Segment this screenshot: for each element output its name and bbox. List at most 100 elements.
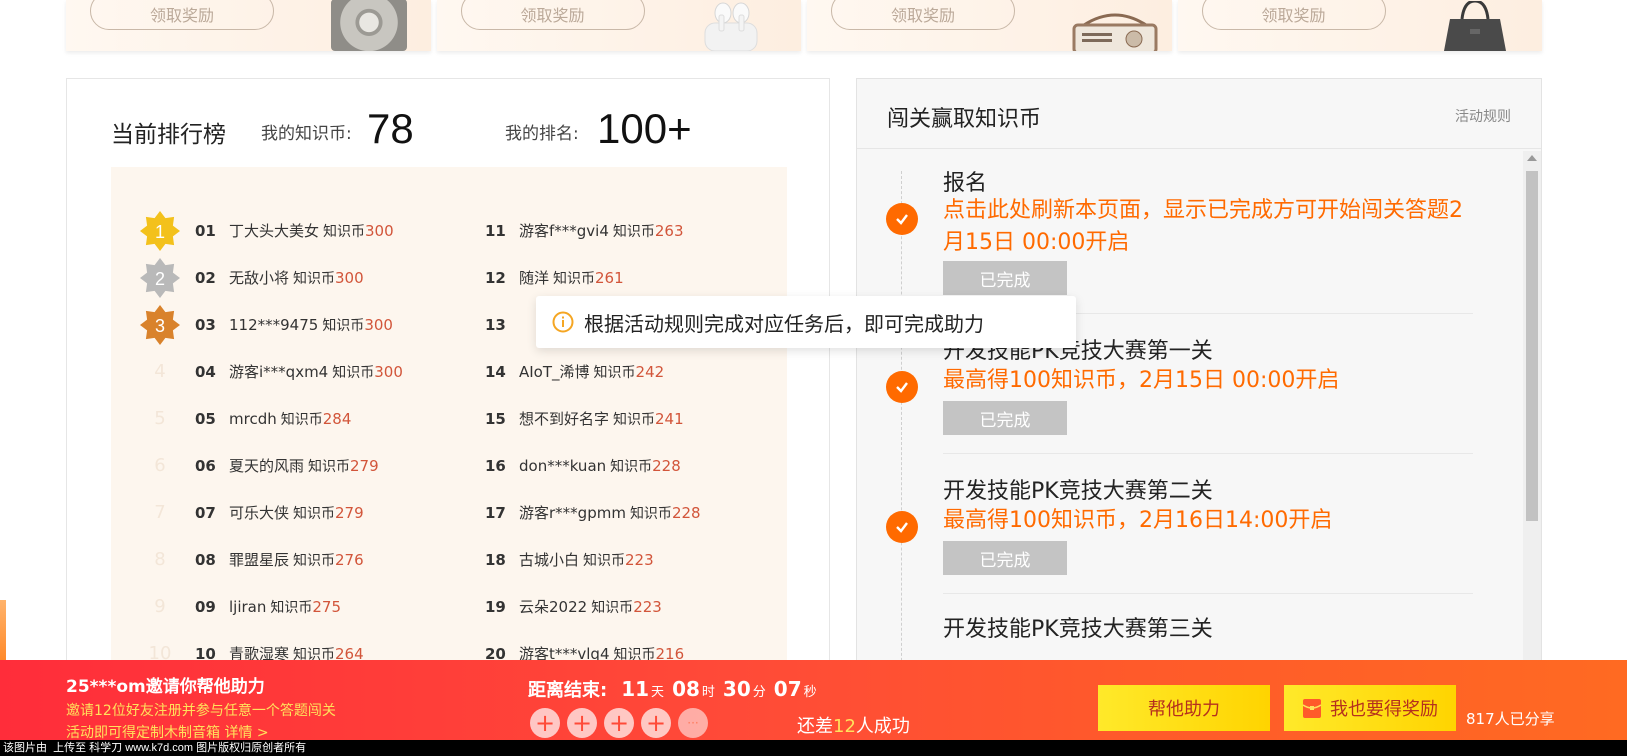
rank-number: 04 (195, 362, 216, 381)
rank-score: 300 (365, 221, 394, 240)
seconds-unit: 秒 (803, 685, 817, 700)
ranking-column-right: 11 游客f***gvi4 知识币 263 12 随洋 知识币 261 13 14 AIoT_浠博知… (485, 207, 701, 677)
stage-desc: 最高得100知识币，2月16日14:00开启 (943, 508, 1333, 533)
ranking-row: 4 04 游客i***qxm4 知识币 300 (139, 348, 403, 395)
coin-unit: 知识币 (610, 458, 653, 475)
invite-details-link[interactable]: 活动即可得定制木制音箱 详情 > (66, 722, 269, 742)
rank-score: 284 (322, 409, 352, 428)
my-rank-label: 我的排名: (505, 124, 579, 144)
ranking-title: 当前排行榜 (111, 122, 226, 148)
rank-username: 罪盟星辰 (229, 551, 290, 569)
minutes-unit: 分 (752, 685, 766, 700)
rank-number: 17 (485, 503, 506, 522)
reward-card: 领取奖励 (1177, 0, 1542, 51)
claim-reward-button[interactable]: 领取奖励 (90, 0, 274, 30)
add-helper-icon[interactable]: + (567, 708, 597, 738)
scrollbar[interactable] (1523, 151, 1541, 679)
tote-bag-image (1444, 1, 1506, 51)
ranking-row: 2 02 无敌小将 知识币 300 (139, 254, 403, 301)
coin-unit: 知识币 (293, 505, 336, 522)
rank-ghost-number: 5 (154, 408, 166, 429)
rank-username: ljiran (229, 597, 267, 616)
check-icon (886, 203, 918, 235)
ranking-row: 3 03 112***9475 知识币 300 (139, 301, 403, 348)
earbuds-image (704, 2, 758, 51)
divider (943, 593, 1473, 594)
safe-box-image (330, 0, 407, 51)
reward-card: 领取奖励 (436, 0, 801, 51)
stage-completed-button[interactable]: 已完成 (943, 401, 1067, 435)
rank-score: 261 (595, 268, 624, 287)
share-count: 817人已分享 (1466, 710, 1555, 728)
get-reward-button[interactable]: 我也要得奖励 (1284, 685, 1456, 731)
rank-number: 01 (195, 221, 216, 240)
ranking-row: 6 06 夏天的风雨 知识币 279 (139, 442, 403, 489)
rank-number: 03 (195, 315, 216, 334)
my-coins-label: 我的知识币: (261, 124, 352, 144)
rank-username: 古城小白 (519, 551, 580, 569)
ranking-row: 11 游客f***gvi4 知识币 263 (485, 207, 701, 254)
info-tooltip: 根据活动规则完成对应任务后，即可完成助力 (536, 296, 1076, 348)
stage-list: 报名 点击此处刷新本页面，显示已完成方可开始闯关答题2月15日 00:00开启 … (857, 151, 1525, 679)
ranking-column-left: 1 01 丁大头大美女 知识币 300 2 02 无敌小将 知识币 300 3 03 112***947… (139, 207, 403, 677)
rank-score: 300 (335, 268, 364, 287)
side-tab[interactable] (0, 600, 6, 660)
ranking-panel: 当前排行榜 我的知识币: 78 我的排名: 100+ 1 01 丁大头大美女 知识币 3… (66, 78, 830, 687)
stage-name: 开发技能PK竞技大赛第二关 (943, 479, 1213, 504)
rank-score: 275 (312, 597, 342, 616)
help-him-button[interactable]: 帮他助力 (1098, 685, 1270, 731)
ranking-row: 1 01 丁大头大美女 知识币 300 (139, 207, 403, 254)
rank-username: 游客f***gvi4 (519, 222, 609, 240)
stage-completed-button[interactable]: 已完成 (943, 541, 1067, 575)
rank-score: 263 (654, 221, 684, 240)
rank-username: 无敌小将 (229, 269, 290, 287)
remaining-count: 12 (833, 716, 856, 737)
rank-number: 02 (195, 268, 216, 287)
rank-score: 276 (335, 550, 364, 569)
rank-username: 云朵2022 (519, 598, 588, 616)
bottom-bar: 25***om邀请你帮他助力 邀请12位好友注册并参与任意一个答题闯关 活动即可… (0, 660, 1627, 742)
rank-score: 300 (374, 362, 403, 381)
coin-unit: 知识币 (308, 458, 351, 475)
ranking-row: 9 09 ljiran 知识币 275 (139, 583, 403, 630)
add-helper-icon[interactable]: + (604, 708, 634, 738)
coin-unit: 知识币 (332, 364, 375, 381)
more-helpers-icon[interactable]: ··· (678, 708, 708, 738)
check-icon (886, 511, 918, 543)
claim-reward-button[interactable]: 领取奖励 (831, 0, 1015, 30)
rank-score: 223 (633, 597, 662, 616)
timeline-line (901, 171, 902, 679)
get-reward-label: 我也要得奖励 (1330, 699, 1438, 720)
rank-number: 05 (195, 409, 216, 428)
rank-number: 06 (195, 456, 216, 475)
scroll-thumb[interactable] (1526, 171, 1538, 521)
claim-reward-button[interactable]: 领取奖励 (460, 0, 645, 30)
countdown-minutes: 30 (722, 677, 751, 701)
rank-username: AIoT_浠博 (519, 363, 590, 381)
ranking-board: 1 01 丁大头大美女 知识币 300 2 02 无敌小将 知识币 300 3 03 112***947… (111, 167, 787, 687)
activity-rules-link[interactable]: 活动规则 (1455, 106, 1511, 126)
info-icon (552, 311, 574, 333)
rank-number: 07 (195, 503, 216, 522)
scroll-up-icon[interactable] (1527, 155, 1537, 161)
tooltip-text: 根据活动规则完成对应任务后，即可完成助力 (584, 311, 984, 336)
rank-number: 15 (485, 409, 506, 428)
rank-ghost-number: 9 (154, 596, 166, 617)
rank-score: 300 (364, 315, 393, 334)
stage-completed-button[interactable]: 已完成 (943, 261, 1067, 295)
gift-icon (1302, 699, 1322, 718)
hours-unit: 时 (701, 685, 715, 700)
add-helper-icon[interactable]: + (530, 708, 560, 738)
add-helper-icon[interactable]: + (641, 708, 671, 738)
medal-number: 2 (155, 269, 165, 289)
stage-desc: 最高得100知识币，2月15日 00:00开启 (943, 368, 1340, 393)
rank-ghost-number: 7 (154, 502, 166, 523)
medal-icon: 2 (140, 257, 180, 298)
rank-username: don***kuan (519, 456, 607, 475)
stage-desc[interactable]: 点击此处刷新本页面，显示已完成方可开始闯关答题2月15日 00:00开启 (943, 195, 1483, 259)
coin-unit: 知识币 (591, 599, 634, 616)
rank-score: 228 (652, 456, 681, 475)
claim-reward-button[interactable]: 领取奖励 (1201, 0, 1386, 30)
rank-username: 想不到好名字 (519, 410, 610, 428)
invite-title: 25***om邀请你帮他助力 (66, 677, 265, 697)
